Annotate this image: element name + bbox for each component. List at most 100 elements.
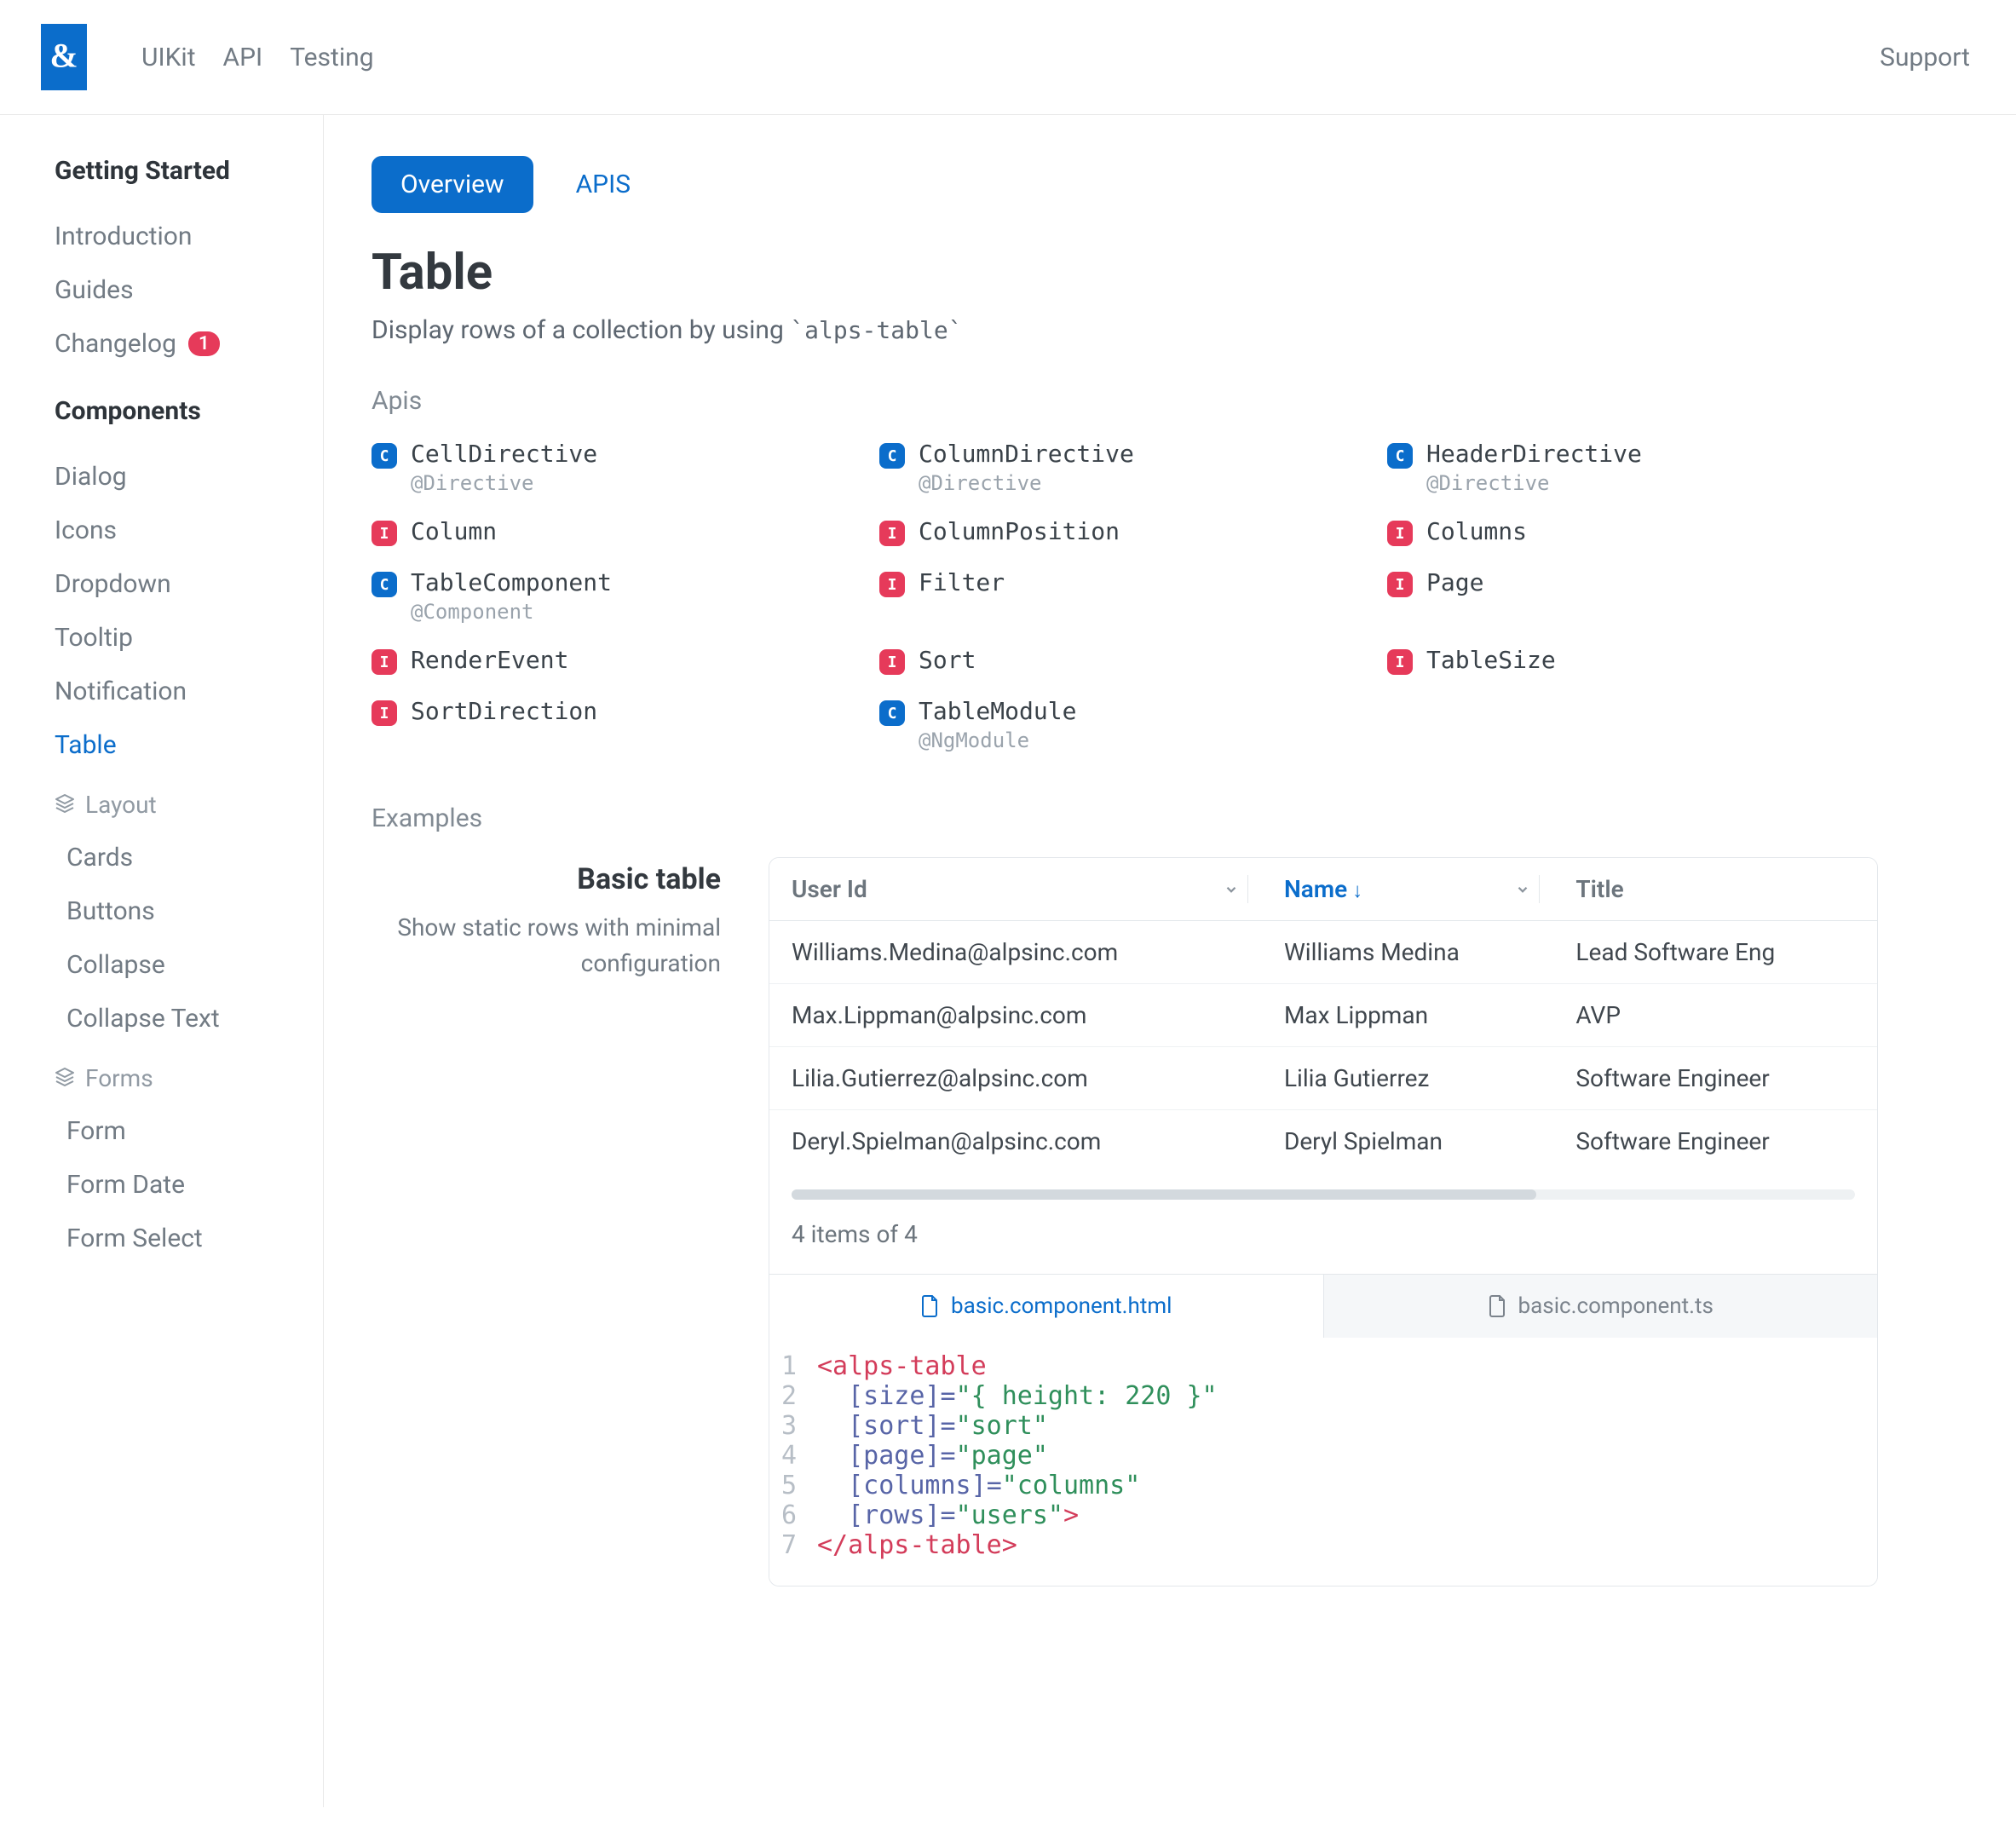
code-tab-ts[interactable]: basic.component.ts: [1323, 1275, 1878, 1338]
sidebar-item-label: Table: [55, 730, 117, 760]
top-nav-uikit[interactable]: UIKit: [141, 43, 196, 72]
api-item-tablemodule[interactable]: CTableModule@NgModule: [879, 697, 1370, 752]
class-badge-icon: C: [879, 443, 905, 469]
apis-heading: Apis: [372, 386, 1878, 416]
api-item-columndirective[interactable]: CColumnDirective@Directive: [879, 440, 1370, 495]
column-header-user-id[interactable]: User Id: [769, 858, 1262, 921]
page-title: Table: [372, 244, 1878, 302]
table-row: Williams.Medina@alpsinc.comWilliams Medi…: [769, 921, 1877, 984]
api-item-tablesize[interactable]: I TableSize: [1387, 646, 1878, 675]
interface-badge-icon: I: [372, 649, 397, 675]
line-number: 6: [769, 1500, 817, 1530]
sidebar-item-guides[interactable]: Guides: [55, 263, 292, 317]
api-item-columnposition[interactable]: I ColumnPosition: [879, 517, 1370, 546]
sidebar-item-tooltip[interactable]: Tooltip: [55, 611, 292, 665]
sidebar-item-dropdown[interactable]: Dropdown: [55, 557, 292, 611]
api-meta: @Directive: [411, 471, 597, 495]
line-number: 4: [769, 1441, 817, 1471]
horizontal-scrollbar[interactable]: [792, 1189, 1855, 1200]
sidebar-item-label: Icons: [55, 515, 117, 545]
sidebar-section-title: Getting Started: [55, 156, 292, 186]
api-name: Column: [411, 517, 497, 545]
class-badge-icon: C: [1387, 443, 1413, 469]
line-number: 1: [769, 1351, 817, 1381]
class-badge-icon: C: [372, 572, 397, 597]
scrollbar-thumb[interactable]: [792, 1189, 1536, 1200]
sidebar-item-cards[interactable]: Cards: [66, 831, 292, 884]
api-item-columns[interactable]: IColumns: [1387, 517, 1878, 546]
top-header: & UIKit API Testing Support: [0, 0, 2016, 115]
code-line: 7</alps-table>: [769, 1530, 1877, 1560]
cell-name: Williams Medina: [1262, 921, 1553, 984]
sidebar-item-dialog[interactable]: Dialog: [55, 450, 292, 504]
code-line: 4 [page]="page": [769, 1441, 1877, 1471]
tab-apis[interactable]: APIS: [547, 156, 660, 213]
sidebar-group-layout[interactable]: Layout: [55, 779, 292, 831]
support-link[interactable]: Support: [1880, 43, 1970, 72]
api-item-sortdirection[interactable]: ISortDirection: [372, 697, 862, 752]
api-name: ColumnDirective: [919, 440, 1134, 468]
sidebar-group-forms[interactable]: Forms: [55, 1052, 292, 1104]
code-tab-html[interactable]: basic.component.html: [769, 1275, 1323, 1338]
api-item-column[interactable]: I Column: [372, 517, 862, 546]
sidebar-item-label: Introduction: [55, 222, 192, 251]
api-name: CellDirective: [411, 440, 597, 468]
api-name: Filter: [919, 568, 1005, 596]
sidebar-item-form[interactable]: Form: [66, 1104, 292, 1158]
sidebar-item-form-date[interactable]: Form Date: [66, 1158, 292, 1212]
column-header-title[interactable]: Title: [1553, 858, 1877, 921]
sidebar-item-introduction[interactable]: Introduction: [55, 210, 292, 263]
code-line: 6 [rows]="users">: [769, 1500, 1877, 1530]
cell-userid: Lilia.Gutierrez@alpsinc.com: [769, 1047, 1262, 1110]
cell-name: Deryl Spielman: [1262, 1110, 1553, 1172]
api-name: HeaderDirective: [1426, 440, 1642, 468]
tab-row: Overview APIS: [372, 156, 1878, 213]
cell-name: Lilia Gutierrez: [1262, 1047, 1553, 1110]
api-item-sort[interactable]: ISort: [879, 646, 1370, 675]
file-icon: [1488, 1294, 1508, 1318]
top-nav-api[interactable]: API: [223, 43, 263, 72]
sidebar-item-changelog[interactable]: Changelog1: [55, 317, 292, 371]
example-subtitle: Show static rows with minimal configurat…: [372, 910, 721, 982]
sidebar-item-label: Changelog: [55, 329, 176, 359]
api-item-page[interactable]: IPage: [1387, 568, 1878, 624]
chevron-down-icon[interactable]: [1515, 875, 1530, 903]
top-nav-testing[interactable]: Testing: [290, 43, 373, 72]
api-item-renderevent[interactable]: I RenderEvent: [372, 646, 862, 675]
interface-badge-icon: I: [372, 521, 397, 546]
sidebar-item-icons[interactable]: Icons: [55, 504, 292, 557]
api-grid: C CellDirective @Directive C ColumnDirective…: [372, 440, 1878, 752]
api-name: TableSize: [1426, 646, 1556, 674]
api-name: RenderEvent: [411, 646, 568, 674]
interface-badge-icon: I: [879, 572, 905, 597]
chevron-down-icon[interactable]: [1224, 875, 1239, 903]
logo[interactable]: &: [41, 24, 87, 90]
cell-userid: Williams.Medina@alpsinc.com: [769, 921, 1262, 984]
sidebar-item-notification[interactable]: Notification: [55, 665, 292, 718]
cell-title: Software Engineer: [1553, 1110, 1877, 1172]
interface-badge-icon: I: [1387, 649, 1413, 675]
ampersand-icon: &: [49, 37, 78, 78]
api-item-tablecomponent[interactable]: CTableComponent@Component: [372, 568, 862, 624]
layers-icon: [55, 1064, 75, 1092]
tab-overview[interactable]: Overview: [372, 156, 533, 213]
sidebar-item-collapse[interactable]: Collapse: [66, 938, 292, 992]
code-line: 5 [columns]="columns": [769, 1471, 1877, 1500]
column-header-name[interactable]: Name ↓: [1262, 858, 1553, 921]
api-item-filter[interactable]: I Filter: [879, 568, 1370, 624]
api-name: TableModule: [919, 697, 1076, 725]
table-row: Max.Lippman@alpsinc.comMax LippmanAVP: [769, 984, 1877, 1047]
sidebar-item-collapse-text[interactable]: Collapse Text: [66, 992, 292, 1045]
sidebar-item-label: Dropdown: [55, 569, 171, 599]
api-item-headerdirective[interactable]: CHeaderDirective@Directive: [1387, 440, 1878, 495]
sidebar-item-table[interactable]: Table: [55, 718, 292, 772]
code-line: 3 [sort]="sort": [769, 1411, 1877, 1441]
sidebar-group-label: Layout: [85, 791, 157, 819]
interface-badge-icon: I: [879, 521, 905, 546]
layers-icon: [55, 791, 75, 819]
interface-badge-icon: I: [372, 700, 397, 726]
api-item-celldirective[interactable]: CCellDirective@Directive: [372, 440, 862, 495]
api-name: ColumnPosition: [919, 517, 1120, 545]
sidebar-item-buttons[interactable]: Buttons: [66, 884, 292, 938]
sidebar-item-form-select[interactable]: Form Select: [66, 1212, 292, 1265]
